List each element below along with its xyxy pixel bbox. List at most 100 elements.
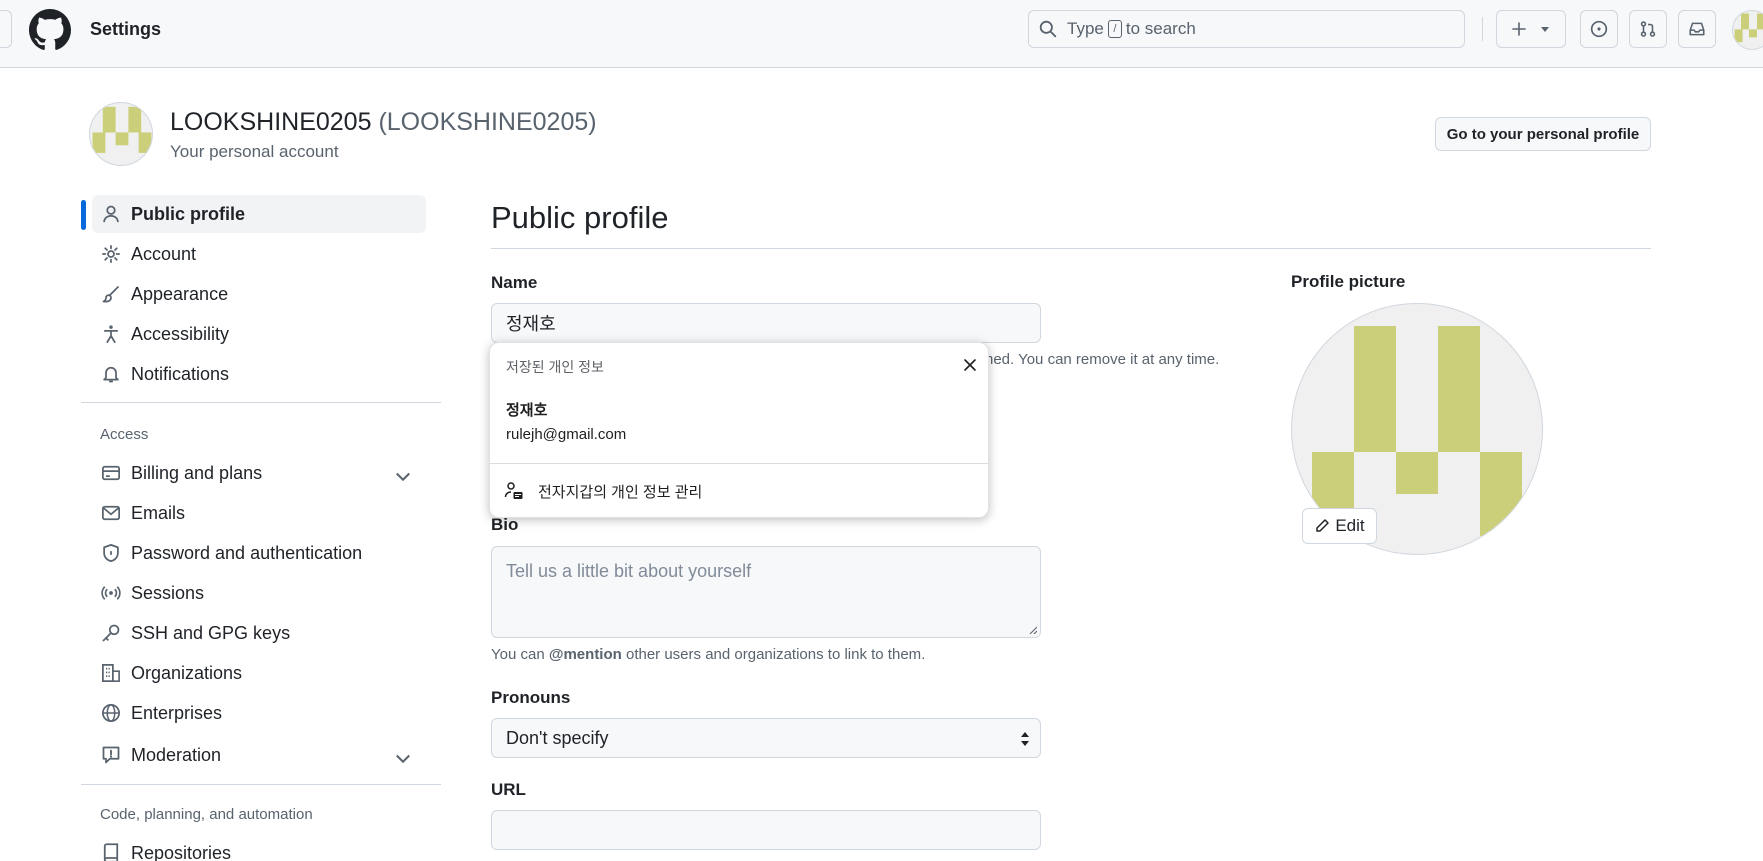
- bio-note-suffix: other users and organizations to link to…: [625, 646, 926, 663]
- sidebar-item-label: Emails: [131, 502, 186, 523]
- sidebar-item-account[interactable]: Account: [97, 235, 431, 273]
- search-icon: [1039, 20, 1057, 38]
- pronouns-label: Pronouns: [491, 688, 571, 707]
- sidebar-item-label: SSH and GPG keys: [131, 622, 291, 643]
- account-avatar: [89, 102, 153, 166]
- sidebar-item-sessions[interactable]: Sessions: [97, 574, 431, 612]
- name-label: Name: [491, 273, 538, 292]
- github-logo-icon[interactable]: [29, 9, 71, 51]
- account-name: LOOKSHINE0205 (LOOKSHINE0205): [170, 108, 597, 137]
- autofill-heading: 저장된 개인 정보: [506, 359, 604, 375]
- sidebar-heading-code: Code, planning, and automation: [100, 806, 313, 823]
- accessibility-icon: [103, 325, 119, 343]
- bio-field[interactable]: Tell us a little bit about yourself: [491, 546, 1041, 638]
- header-title[interactable]: Settings: [90, 19, 161, 40]
- account-subtitle: Your personal account: [170, 142, 339, 161]
- sidebar-item-appearance[interactable]: Appearance: [97, 275, 431, 313]
- gear-icon: [102, 245, 120, 263]
- create-new-button[interactable]: [1496, 10, 1566, 48]
- broadcast-icon: [101, 586, 121, 600]
- sidebar-item-repositories[interactable]: Repositories: [97, 834, 431, 861]
- bio-note-prefix: You can: [491, 646, 545, 663]
- search-input[interactable]: Type / to search: [1028, 10, 1465, 48]
- profile-picture-label: Profile picture: [1291, 272, 1406, 291]
- manage-info-icon: [504, 482, 523, 499]
- bio-label: Bio: [491, 515, 519, 534]
- sidebar-item-label: Public profile: [131, 203, 246, 224]
- url-label: URL: [491, 780, 526, 799]
- repo-icon: [103, 843, 119, 861]
- title-divider: [491, 248, 1651, 249]
- globe-icon: [102, 704, 120, 722]
- sidebar-divider: [81, 784, 441, 785]
- search-shortcut-key: /: [1107, 20, 1122, 38]
- url-field[interactable]: [491, 810, 1041, 850]
- search-prefix: Type: [1067, 19, 1104, 38]
- sidebar-item-label: Appearance: [131, 283, 229, 304]
- chevron-down-icon[interactable]: [393, 748, 413, 768]
- sidebar-divider: [81, 402, 441, 403]
- sidebar-item-enterprises[interactable]: Enterprises: [97, 694, 431, 732]
- inbox-icon: [1689, 22, 1705, 36]
- sidebar-heading-access: Access: [100, 426, 149, 443]
- select-arrows-icon: [1021, 732, 1029, 746]
- autofill-divider: [490, 463, 988, 464]
- credit-card-icon: [102, 465, 120, 481]
- go-to-profile-button[interactable]: Go to your personal profile: [1435, 117, 1651, 151]
- sidebar-item-label: Account: [131, 243, 197, 264]
- identicon-icon: [1734, 13, 1763, 43]
- issues-button[interactable]: [1580, 10, 1618, 48]
- resize-handle-icon[interactable]: [1029, 626, 1037, 634]
- edit-profile-picture-button[interactable]: Edit: [1302, 508, 1377, 544]
- autofill-popup: 저장된 개인 정보 정재호 rulejh@gmail.com 전자지갑의 개인 …: [489, 342, 989, 518]
- bio-note: You can @mention other users and organiz…: [491, 646, 925, 663]
- sidebar-item-accessibility[interactable]: Accessibility: [97, 315, 431, 353]
- key-icon: [102, 624, 120, 642]
- page-title: Public profile: [491, 200, 669, 235]
- autofill-manage-link[interactable]: 전자지갑의 개인 정보 관리: [538, 481, 702, 502]
- sidebar-item-label: Repositories: [131, 842, 232, 861]
- sidebar-item-label: Organizations: [131, 662, 243, 683]
- pull-requests-button[interactable]: [1629, 10, 1667, 48]
- mail-icon: [102, 505, 120, 521]
- pronouns-value: Don't specify: [506, 727, 609, 748]
- sidebar-item-emails[interactable]: Emails: [97, 494, 431, 532]
- identicon-icon: [92, 106, 152, 153]
- sidebar-item-ssh-gpg[interactable]: SSH and GPG keys: [97, 614, 431, 652]
- autofill-name: 정재호: [506, 402, 548, 419]
- close-icon[interactable]: [962, 357, 978, 373]
- sidebar-item-public-profile[interactable]: Public profile: [92, 195, 426, 233]
- report-icon: [102, 746, 120, 764]
- inbox-button[interactable]: [1678, 10, 1716, 48]
- account-login: (LOOKSHINE0205): [378, 108, 597, 136]
- sidebar-item-label: Notifications: [131, 363, 230, 384]
- organization-icon: [102, 664, 120, 682]
- header-divider: [1482, 17, 1483, 41]
- user-avatar-button[interactable]: [1732, 10, 1763, 50]
- pencil-icon: [1316, 519, 1330, 532]
- bell-icon: [103, 366, 119, 383]
- active-indicator: [81, 200, 86, 230]
- chevron-down-icon[interactable]: [393, 466, 413, 486]
- edit-label: Edit: [1335, 516, 1365, 535]
- name-note: ned. You can remove it at any time.: [985, 351, 1220, 368]
- sidebar-item-label: Accessibility: [131, 323, 230, 344]
- pronouns-select[interactable]: Don't specify: [491, 718, 1041, 758]
- name-field[interactable]: 정재호: [491, 303, 1041, 343]
- search-suffix: to search: [1125, 19, 1196, 38]
- sidebar-item-notifications[interactable]: Notifications: [97, 355, 431, 393]
- sidebar-item-password[interactable]: Password and authentication: [97, 534, 431, 572]
- top-header: Settings Type / to search: [0, 0, 1763, 68]
- menu-button[interactable]: [0, 10, 12, 48]
- triangle-down-icon: [1541, 27, 1549, 32]
- issue-opened-icon: [1590, 20, 1608, 38]
- paintbrush-icon: [102, 285, 120, 303]
- sidebar-item-organizations[interactable]: Organizations: [97, 654, 431, 692]
- sidebar-item-billing[interactable]: Billing and plans: [97, 454, 431, 492]
- account-display-name[interactable]: LOOKSHINE0205: [170, 108, 372, 136]
- sidebar-item-label: Password and authentication: [131, 542, 363, 563]
- plus-icon: [1512, 22, 1526, 36]
- sidebar-item-label: Sessions: [131, 582, 205, 603]
- sidebar-item-moderation[interactable]: Moderation: [97, 736, 431, 774]
- bio-note-mention: @mention: [548, 646, 622, 663]
